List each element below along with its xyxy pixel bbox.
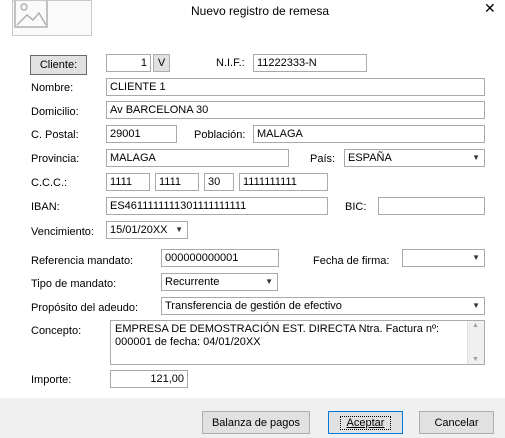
domicilio-label: Domicilio: [31, 106, 79, 118]
cpostal-label: C. Postal: [31, 129, 79, 141]
cancelar-button[interactable]: Cancelar [419, 411, 494, 434]
scroll-down-icon[interactable]: ▼ [472, 356, 479, 363]
ccc-cuenta-field[interactable]: 1111111111 [239, 173, 328, 191]
tipo-mandato-select[interactable]: Recurrente ▼ [161, 273, 278, 291]
bic-field[interactable] [378, 197, 485, 215]
concepto-scrollbar[interactable]: ▲ ▼ [467, 321, 484, 364]
nombre-label: Nombre: [31, 82, 74, 94]
importe-label: Importe: [31, 374, 72, 386]
nombre-field[interactable]: CLIENTE 1 [106, 78, 485, 96]
bic-label: BIC: [345, 201, 367, 213]
ref-mandato-field[interactable]: 000000000001 [161, 249, 279, 267]
vencimiento-value: 15/01/20XX [110, 224, 168, 236]
fecha-firma-label: Fecha de firma: [313, 255, 390, 267]
cliente-number-field[interactable]: 1 [106, 54, 151, 72]
ref-mandato-label: Referencia mandato: [31, 255, 134, 267]
fecha-firma-select[interactable]: ▼ [402, 249, 485, 267]
vencimiento-label: Vencimiento: [31, 226, 94, 238]
chevron-down-icon: ▼ [175, 225, 183, 234]
concepto-label: Concepto: [31, 325, 82, 337]
tipo-mandato-value: Recurrente [165, 276, 220, 288]
concepto-textarea[interactable]: EMPRESA DE DEMOSTRACIÓN EST. DIRECTA Ntr… [110, 320, 485, 365]
pais-value: ESPAÑA [348, 152, 392, 164]
window-title: Nuevo registro de remesa [191, 4, 330, 18]
cpostal-field[interactable]: 29001 [106, 125, 177, 143]
pais-label: País: [310, 153, 336, 165]
poblacion-label: Población: [194, 129, 246, 141]
iban-label: IBAN: [31, 201, 60, 213]
ccc-entidad-field[interactable]: 1111 [106, 173, 150, 191]
proposito-label: Propósito del adeudo: [31, 302, 139, 314]
ccc-oficina-field[interactable]: 1111 [155, 173, 199, 191]
poblacion-field[interactable]: MALAGA [253, 125, 485, 143]
ccc-label: C.C.C.: [31, 177, 68, 189]
ccc-dc-field[interactable]: 30 [204, 173, 234, 191]
proposito-select[interactable]: Transferencia de gestión de efectivo ▼ [161, 297, 485, 315]
importe-field[interactable]: 121,00 [110, 370, 188, 388]
proposito-value: Transferencia de gestión de efectivo [165, 300, 342, 312]
vencimiento-select[interactable]: 15/01/20XX ▼ [106, 221, 188, 239]
chevron-down-icon: ▼ [265, 277, 273, 286]
provincia-label: Provincia: [31, 153, 80, 165]
concepto-text: EMPRESA DE DEMOSTRACIÓN EST. DIRECTA Ntr… [115, 323, 440, 348]
nif-label: N.I.F.: [216, 57, 245, 69]
balanza-pagos-button[interactable]: Balanza de pagos [202, 411, 310, 434]
aceptar-button[interactable]: Aceptar [328, 411, 403, 434]
chevron-down-icon: ▼ [472, 301, 480, 310]
cliente-button[interactable]: Cliente: [30, 55, 87, 75]
scroll-up-icon[interactable]: ▲ [472, 322, 479, 329]
pais-select[interactable]: ESPAÑA ▼ [344, 149, 485, 167]
tipo-mandato-label: Tipo de mandato: [31, 278, 117, 290]
image-icon [12, 0, 92, 36]
close-icon[interactable]: ✕ [484, 0, 496, 17]
chevron-down-icon: ▼ [472, 153, 480, 162]
nif-field[interactable]: 11222333-N [253, 54, 367, 72]
domicilio-field[interactable]: Av BARCELONA 30 [106, 101, 485, 119]
aceptar-label: Aceptar [339, 415, 392, 430]
provincia-field[interactable]: MALAGA [106, 149, 289, 167]
chevron-down-icon: ▼ [472, 253, 480, 262]
iban-field[interactable]: ES4611111111301111111111 [106, 197, 328, 215]
v-button[interactable]: V [153, 54, 170, 72]
